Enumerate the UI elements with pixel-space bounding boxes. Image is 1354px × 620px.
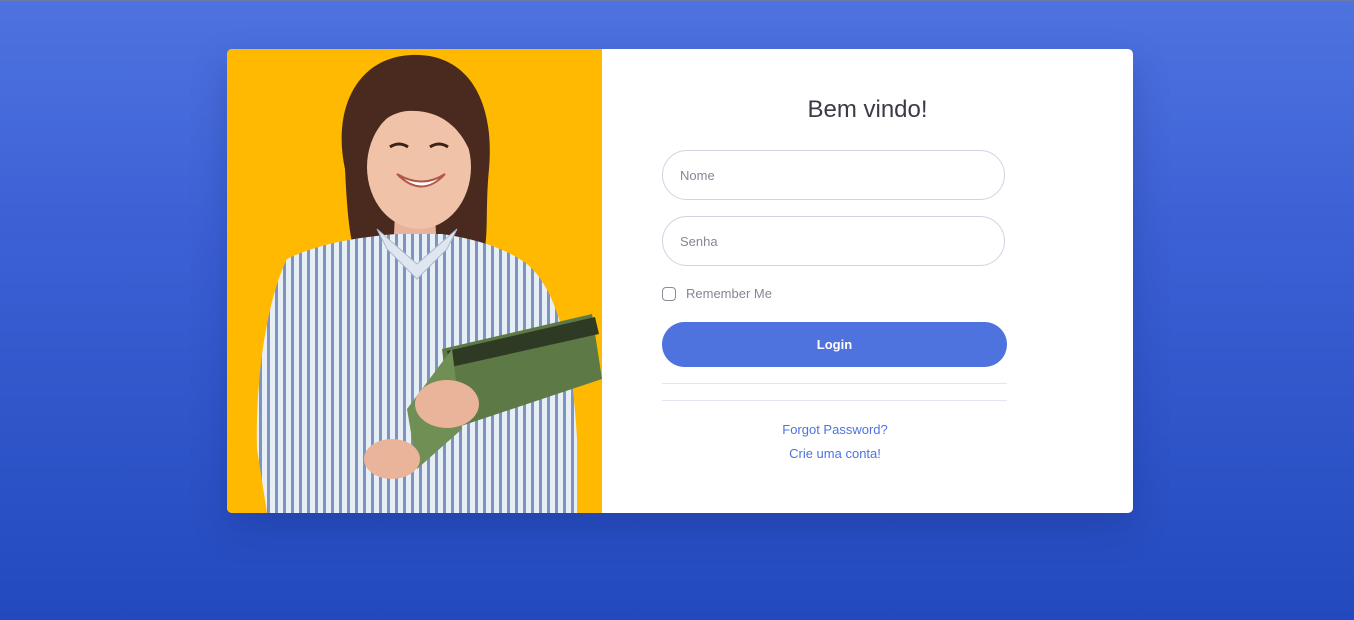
divider: [662, 383, 1007, 384]
top-border: [0, 0, 1354, 1]
remember-me-checkbox[interactable]: [662, 286, 676, 301]
remember-me[interactable]: Remember Me: [662, 286, 772, 301]
name-input[interactable]: [662, 150, 1005, 200]
remember-me-label: Remember Me: [686, 286, 772, 301]
password-input[interactable]: [662, 216, 1005, 266]
divider: [662, 400, 1007, 401]
login-button[interactable]: Login: [662, 322, 1007, 367]
welcome-title: Bem vindo!: [807, 96, 928, 123]
create-account-link[interactable]: Crie uma conta!: [602, 446, 1068, 461]
hero-photo: [227, 49, 602, 513]
person-photo-illustration: [256, 54, 602, 513]
login-card: Bem vindo! Remember Me Login Forgot Pass…: [227, 49, 1133, 513]
login-form: Bem vindo! Remember Me Login Forgot Pass…: [602, 49, 1133, 513]
forgot-password-link[interactable]: Forgot Password?: [602, 422, 1068, 437]
